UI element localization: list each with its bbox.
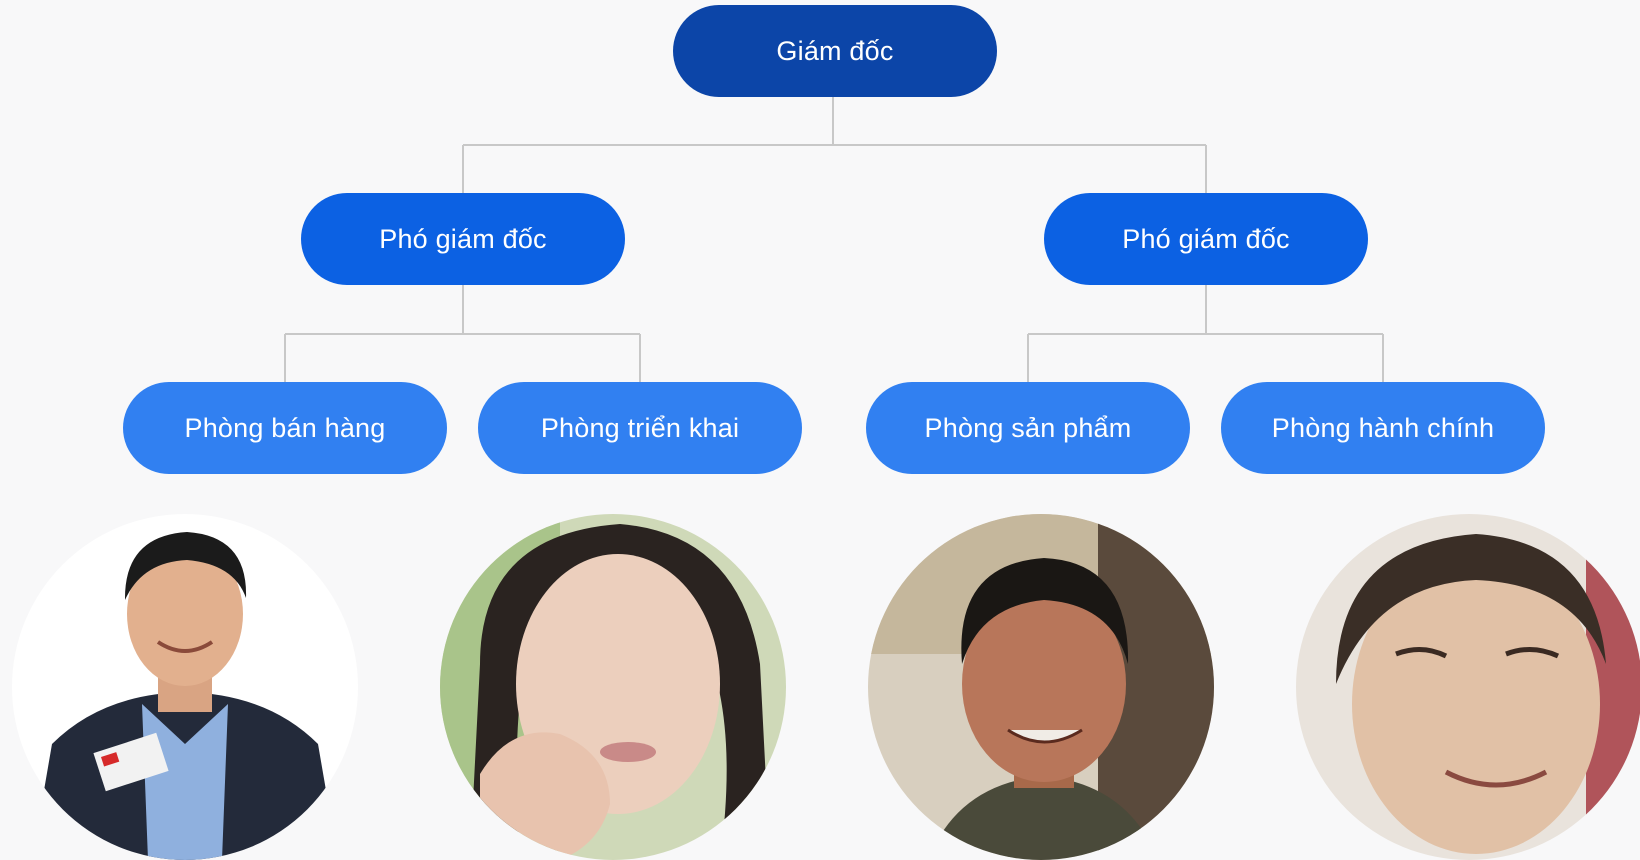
node-deployment-dept-label: Phòng triển khai xyxy=(540,412,740,443)
connector-deputy-right xyxy=(1027,285,1384,382)
node-director[interactable]: Giám đốc xyxy=(673,5,997,97)
node-deputy-left-label: Phó giám đốc xyxy=(379,223,547,254)
node-sales-dept-label: Phòng bán hàng xyxy=(184,412,386,443)
node-deployment-dept[interactable]: Phòng triển khai xyxy=(478,382,802,474)
node-admin-dept-label: Phòng hành chính xyxy=(1271,412,1495,443)
node-product-dept[interactable]: Phòng sản phẩm xyxy=(866,382,1190,474)
node-deputy-left[interactable]: Phó giám đốc xyxy=(301,193,625,285)
node-deputy-right-label: Phó giám đốc xyxy=(1122,223,1290,254)
node-product-dept-label: Phòng sản phẩm xyxy=(924,412,1132,443)
connector-root xyxy=(462,97,1207,193)
avatar-admin-head xyxy=(1296,514,1640,860)
node-admin-dept[interactable]: Phòng hành chính xyxy=(1221,382,1545,474)
avatar-sales-head xyxy=(12,514,358,860)
node-director-label: Giám đốc xyxy=(776,35,894,66)
avatar-deployment-head xyxy=(440,514,786,860)
node-sales-dept[interactable]: Phòng bán hàng xyxy=(123,382,447,474)
connector-deputy-left xyxy=(284,285,641,382)
avatar-product-head xyxy=(868,514,1214,860)
node-deputy-right[interactable]: Phó giám đốc xyxy=(1044,193,1368,285)
